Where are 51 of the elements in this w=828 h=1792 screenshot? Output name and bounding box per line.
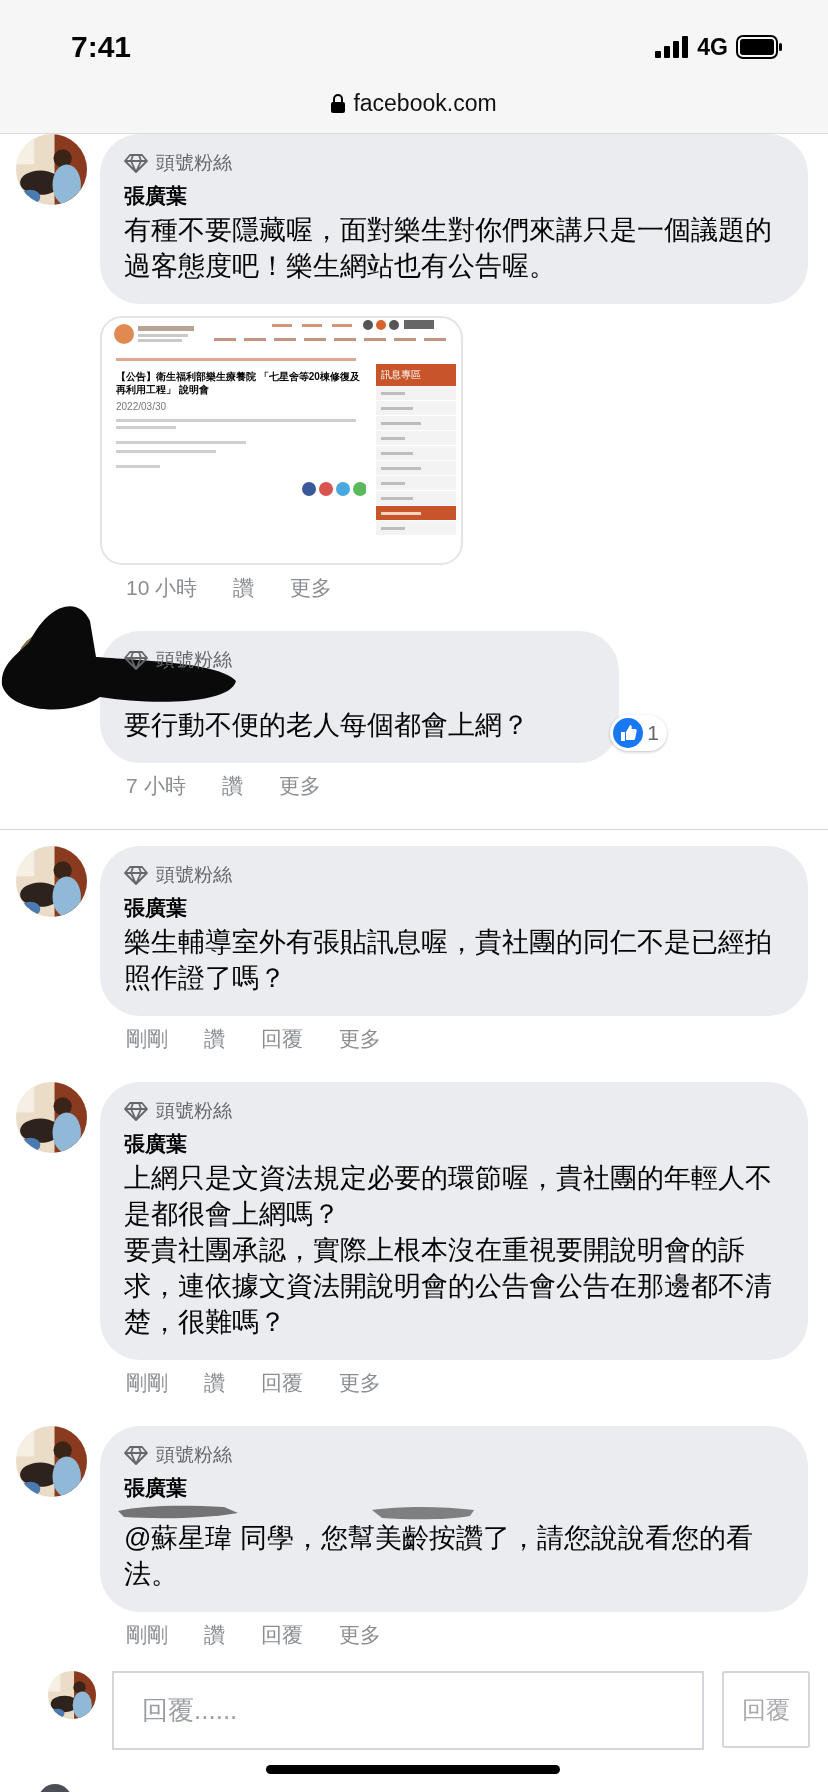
diamond-icon — [124, 650, 148, 670]
author-name[interactable]: 張廣葉 — [124, 1128, 782, 1160]
comment-text: 上網只是文資法規定必要的環節喔，貴社團的年輕人不是都很會上網嗎？ — [124, 1162, 773, 1231]
battery-icon — [736, 35, 784, 59]
diamond-icon — [124, 153, 148, 173]
comment-action[interactable]: 讚 — [204, 1620, 225, 1650]
comment-action[interactable]: 更多 — [290, 573, 333, 603]
article-title: 【公告】衛生福利部樂生療養院 「七星舍等20棟修復及再利用工程」 說明會 — [116, 370, 361, 396]
reaction-count[interactable]: 1 — [610, 715, 667, 751]
comment-time: 剛剛 — [126, 1622, 168, 1648]
diamond-icon — [124, 1101, 148, 1121]
sidebar-heading: 訊息專區 — [376, 364, 456, 386]
comment-action[interactable]: 讚 — [221, 771, 243, 801]
article-date: 2022/03/30 — [116, 401, 168, 412]
comment-action[interactable]: 更多 — [339, 1368, 381, 1398]
status-time: 7:41 — [71, 29, 133, 64]
comment-action[interactable]: 更多 — [339, 1620, 381, 1650]
thumbs-up-icon — [613, 718, 644, 748]
comment-time: 7 小時 — [126, 773, 186, 799]
comment-action[interactable]: 讚 — [233, 573, 255, 603]
reply-button[interactable]: 回覆 — [722, 1671, 810, 1748]
url-text[interactable]: facebook.com — [353, 89, 497, 117]
comment-action[interactable]: 回覆 — [261, 1620, 303, 1650]
fan-badge-label: 頭號粉絲 — [156, 1443, 232, 1467]
comment-text: 要行動不便的老人每個都會上網？ — [124, 709, 529, 742]
comment-text: 樂生輔導室外有張貼訊息喔，貴社團的同仁不是已經拍照作證了嗎？ — [124, 926, 773, 995]
comment-action[interactable]: 更多 — [278, 771, 321, 801]
comment-action[interactable]: 讚 — [204, 1368, 225, 1398]
reply-field[interactable]: 回覆...... — [112, 1671, 704, 1750]
author-name[interactable]: 張廣葉 — [124, 180, 782, 212]
comment-action[interactable]: 回覆 — [261, 1024, 303, 1054]
comment-time: 10 小時 — [126, 575, 198, 601]
comment-action[interactable]: 回覆 — [261, 1368, 303, 1398]
comment-action[interactable]: 更多 — [339, 1024, 381, 1054]
comment-time: 剛剛 — [126, 1026, 168, 1052]
diamond-icon — [124, 865, 148, 885]
comment-action[interactable]: 讚 — [204, 1024, 225, 1054]
fan-badge-label: 頭號粉絲 — [156, 151, 232, 175]
author-name[interactable]: 張廣葉 — [124, 892, 782, 924]
signal-icon — [655, 36, 690, 58]
diamond-icon — [124, 1445, 148, 1465]
network-type: 4G — [697, 33, 728, 61]
fan-badge-label: 頭號粉絲 — [156, 863, 232, 887]
comment-text: @蘇星瑋 同學，您幫美齡按讚了，請您說說看您的看法。 — [124, 1522, 754, 1591]
comment-time: 剛剛 — [126, 1370, 168, 1396]
share-icons-drawing — [302, 482, 366, 496]
fan-badge-label: 頭號粉絲 — [156, 1099, 232, 1123]
comment-text: 要貴社團承認，實際上根本沒在重視要開說明會的訴求，連依據文資法開說明會的公告會公告在那邊都不清楚，很難嗎？ — [124, 1234, 773, 1339]
author-name[interactable]: 張廣葉 — [124, 1472, 782, 1504]
lock-icon — [331, 93, 346, 113]
comment-text: 有種不要隱藏喔，面對樂生對你們來講只是一個議題的過客態度吧！樂生網站也有公告喔。 — [124, 214, 773, 283]
